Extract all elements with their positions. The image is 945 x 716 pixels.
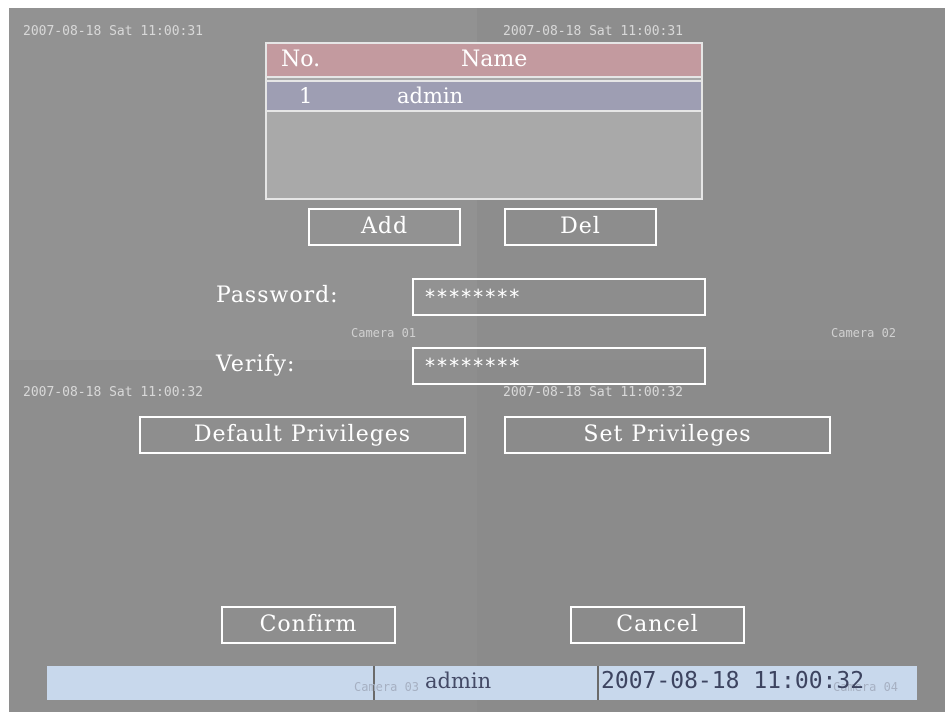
dvr-screen: 2007-08-18 Sat 11:00:31 2007-08-18 Sat 1…: [9, 8, 945, 712]
status-current-user: admin: [425, 669, 492, 693]
add-user-button[interactable]: Add: [308, 208, 461, 246]
camera-2-timestamp: 2007-08-18 Sat 11:00:31: [503, 24, 684, 39]
camera-view-3: [9, 360, 477, 712]
camera-2-label: Camera 02: [831, 326, 897, 340]
column-header-name: Name: [461, 47, 528, 72]
verify-password-field[interactable]: ********: [412, 347, 706, 385]
camera-1-label: Camera 01: [351, 326, 417, 340]
confirm-button[interactable]: Confirm: [221, 606, 396, 644]
row-number: 1: [299, 84, 313, 108]
delete-user-button[interactable]: Del: [504, 208, 657, 246]
camera-3-timestamp: 2007-08-18 Sat 11:00:32: [23, 385, 204, 400]
password-label: Password:: [216, 283, 339, 308]
camera-4-timestamp: 2007-08-18 Sat 11:00:32: [503, 385, 684, 400]
set-privileges-button[interactable]: Set Privileges: [504, 416, 831, 454]
table-header: No. Name: [267, 44, 701, 78]
table-row[interactable]: 1 admin: [267, 80, 701, 112]
camera-1-timestamp: 2007-08-18 Sat 11:00:31: [23, 24, 204, 39]
verify-label: Verify:: [216, 352, 296, 377]
cancel-button[interactable]: Cancel: [570, 606, 745, 644]
password-field[interactable]: ********: [412, 278, 706, 316]
row-username: admin: [397, 84, 464, 108]
default-privileges-button[interactable]: Default Privileges: [139, 416, 466, 454]
user-list-table[interactable]: No. Name 1 admin: [265, 42, 703, 200]
status-segment-left: [47, 666, 375, 700]
status-datetime: 2007-08-18 11:00:32: [601, 668, 865, 694]
camera-3-label: Camera 03: [354, 680, 420, 694]
camera-view-4: [477, 360, 945, 712]
column-header-no: No.: [281, 47, 321, 72]
